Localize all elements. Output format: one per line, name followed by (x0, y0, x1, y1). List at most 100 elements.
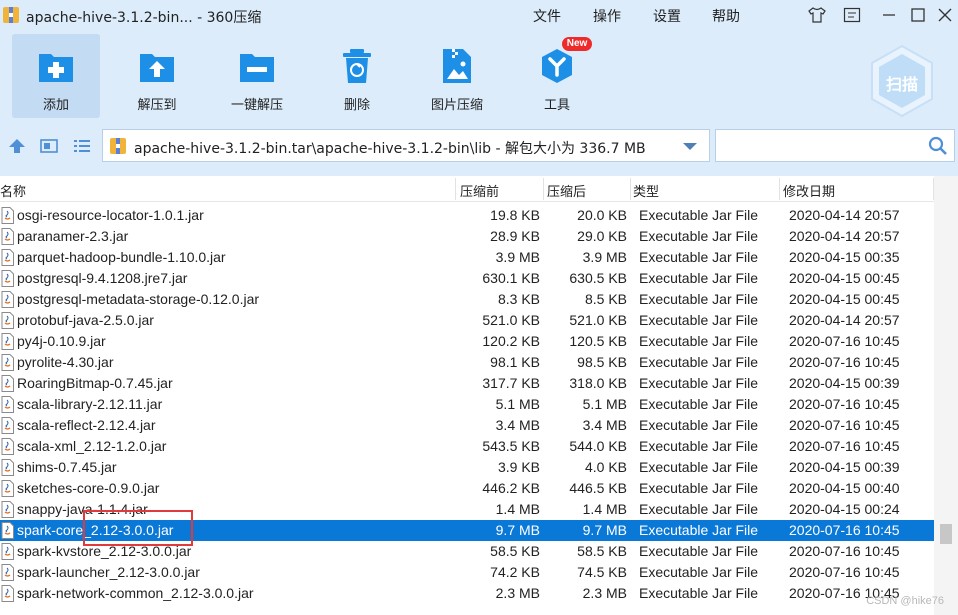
column-divider[interactable] (630, 178, 631, 200)
extract-to-label: 解压到 (137, 98, 177, 113)
file-compressed-size: 521.0 KB (482, 312, 540, 328)
file-original-size: 20.0 KB (577, 207, 627, 223)
table-row[interactable]: RoaringBitmap-0.7.45.jar 317.7 KB 318.0 KB… (0, 373, 934, 394)
file-type: Executable Jar File (639, 354, 759, 370)
file-compressed-size: 98.1 KB (490, 354, 540, 370)
one-click-extract-button[interactable]: 一键解压 (213, 34, 301, 118)
maximize-icon[interactable] (907, 5, 929, 25)
column-header-name[interactable]: 名称 (0, 181, 26, 200)
table-row[interactable]: pyrolite-4.30.jar 98.1 KB 98.5 KB Executabl… (0, 352, 934, 373)
column-header-compressed[interactable]: 压缩前 (460, 181, 499, 200)
file-compressed-size: 317.7 KB (482, 375, 540, 391)
table-row[interactable]: postgresql-9.4.1208.jre7.jar 630.1 KB 630.… (0, 268, 934, 289)
file-original-size: 98.5 KB (577, 354, 627, 370)
file-type: Executable Jar File (639, 375, 759, 391)
jar-file-icon (1, 354, 14, 371)
column-divider[interactable] (779, 178, 780, 200)
tools-label: 工具 (543, 98, 570, 113)
jar-file-icon (1, 312, 14, 329)
menu-settings[interactable]: 设置 (653, 6, 681, 26)
file-type: Executable Jar File (639, 501, 759, 517)
file-compressed-size: 3.9 KB (497, 459, 540, 475)
file-type: Executable Jar File (639, 417, 759, 433)
archive-file-icon (109, 137, 127, 155)
delete-button[interactable]: 删除 (313, 34, 401, 118)
jar-file-icon (1, 333, 14, 350)
list-view-icon[interactable] (73, 138, 91, 154)
table-row[interactable]: spark-launcher_2.12-3.0.0.jar 74.2 KB 74.5… (0, 562, 934, 583)
table-row[interactable]: scala-reflect-2.12.4.jar 3.4 MB 3.4 MB Exec… (0, 415, 934, 436)
file-modified-date: 2020-07-16 10:45 (789, 354, 900, 370)
table-row[interactable]: scala-library-2.12.11.jar 5.1 MB 5.1 MB Exe… (0, 394, 934, 415)
menu-operation[interactable]: 操作 (593, 6, 621, 26)
menu-help[interactable]: 帮助 (712, 6, 740, 26)
jar-file-icon (1, 459, 14, 476)
scan-button[interactable]: 扫描 (868, 44, 936, 118)
column-header-type[interactable]: 类型 (633, 181, 659, 200)
skin-shirt-icon[interactable] (806, 5, 828, 25)
thumbnail-view-icon[interactable] (40, 138, 58, 154)
table-row[interactable]: spark-network-common_2.12-3.0.0.jar 2.3 M… (0, 583, 934, 604)
search-icon[interactable] (928, 136, 948, 156)
annotation-highlight-box (83, 510, 193, 546)
up-arrow-icon[interactable] (8, 138, 26, 154)
file-type: Executable Jar File (639, 207, 759, 223)
column-header-modified[interactable]: 修改日期 (783, 181, 835, 200)
file-type: Executable Jar File (639, 396, 759, 412)
table-row[interactable]: shims-0.7.45.jar 3.9 KB 4.0 KB Executable J… (0, 457, 934, 478)
window-title: apache-hive-3.1.2-bin... - 360压缩 (26, 10, 262, 26)
jar-file-icon (1, 564, 14, 581)
file-type: Executable Jar File (639, 249, 759, 265)
feedback-icon[interactable] (841, 5, 863, 25)
address-path: apache-hive-3.1.2-bin.tar\apache-hive-3.… (134, 141, 646, 157)
file-name: pyrolite-4.30.jar (17, 354, 114, 370)
one-click-extract-icon (237, 46, 277, 86)
jar-file-icon (1, 396, 14, 413)
table-row[interactable]: parquet-hadoop-bundle-1.10.0.jar 3.9 MB 3.… (0, 247, 934, 268)
file-modified-date: 2020-07-16 10:45 (789, 396, 900, 412)
column-divider[interactable] (543, 178, 544, 200)
minimize-icon[interactable] (878, 5, 900, 25)
file-modified-date: 2020-07-16 10:45 (789, 564, 900, 580)
jar-file-icon (1, 417, 14, 434)
chevron-down-icon[interactable] (683, 143, 697, 150)
menu-file[interactable]: 文件 (533, 6, 561, 26)
extract-to-icon (137, 46, 177, 86)
file-original-size: 446.5 KB (569, 480, 627, 496)
new-badge: New (562, 37, 592, 51)
table-row[interactable]: sketches-core-0.9.0.jar 446.2 KB 446.5 KB E… (0, 478, 934, 499)
file-compressed-size: 58.5 KB (490, 543, 540, 559)
file-original-size: 74.5 KB (577, 564, 627, 580)
jar-file-icon (1, 585, 14, 602)
address-row: apache-hive-3.1.2-bin.tar\apache-hive-3.… (0, 125, 958, 167)
file-type: Executable Jar File (639, 270, 759, 286)
file-modified-date: 2020-07-16 10:45 (789, 438, 900, 454)
file-type: Executable Jar File (639, 312, 759, 328)
table-row[interactable]: osgi-resource-locator-1.0.1.jar 19.8 KB 20… (0, 205, 934, 226)
column-header-original[interactable]: 压缩后 (547, 181, 586, 200)
table-row[interactable]: postgresql-metadata-storage-0.12.0.jar 8.… (0, 289, 934, 310)
extract-to-button[interactable]: 解压到 (113, 34, 201, 118)
scrollbar-thumb[interactable] (940, 524, 952, 544)
archive-app-icon (2, 6, 20, 24)
file-name: scala-xml_2.12-1.2.0.jar (17, 438, 167, 454)
image-compress-button[interactable]: 图片压缩 (413, 34, 501, 118)
file-original-size: 1.4 MB (582, 501, 627, 517)
search-input[interactable] (715, 129, 955, 162)
address-bar[interactable]: apache-hive-3.1.2-bin.tar\apache-hive-3.… (102, 129, 710, 162)
column-divider[interactable] (455, 178, 456, 200)
close-icon[interactable] (934, 5, 956, 25)
one-click-extract-label: 一键解压 (230, 98, 283, 113)
table-row[interactable]: protobuf-java-2.5.0.jar 521.0 KB 521.0 KB E… (0, 310, 934, 331)
add-button[interactable]: 添加 (12, 34, 100, 118)
table-row[interactable]: py4j-0.10.9.jar 120.2 KB 120.5 KB Executabl… (0, 331, 934, 352)
file-type: Executable Jar File (639, 585, 759, 601)
file-compressed-size: 3.4 MB (495, 417, 540, 433)
vertical-scrollbar[interactable] (934, 176, 958, 615)
delete-icon (337, 46, 377, 86)
file-type: Executable Jar File (639, 522, 759, 538)
table-row[interactable]: paranamer-2.3.jar 28.9 KB 29.0 KB Executabl… (0, 226, 934, 247)
table-row[interactable]: scala-xml_2.12-1.2.0.jar 543.5 KB 544.0 KB… (0, 436, 934, 457)
file-original-size: 58.5 KB (577, 543, 627, 559)
file-modified-date: 2020-07-16 10:45 (789, 333, 900, 349)
